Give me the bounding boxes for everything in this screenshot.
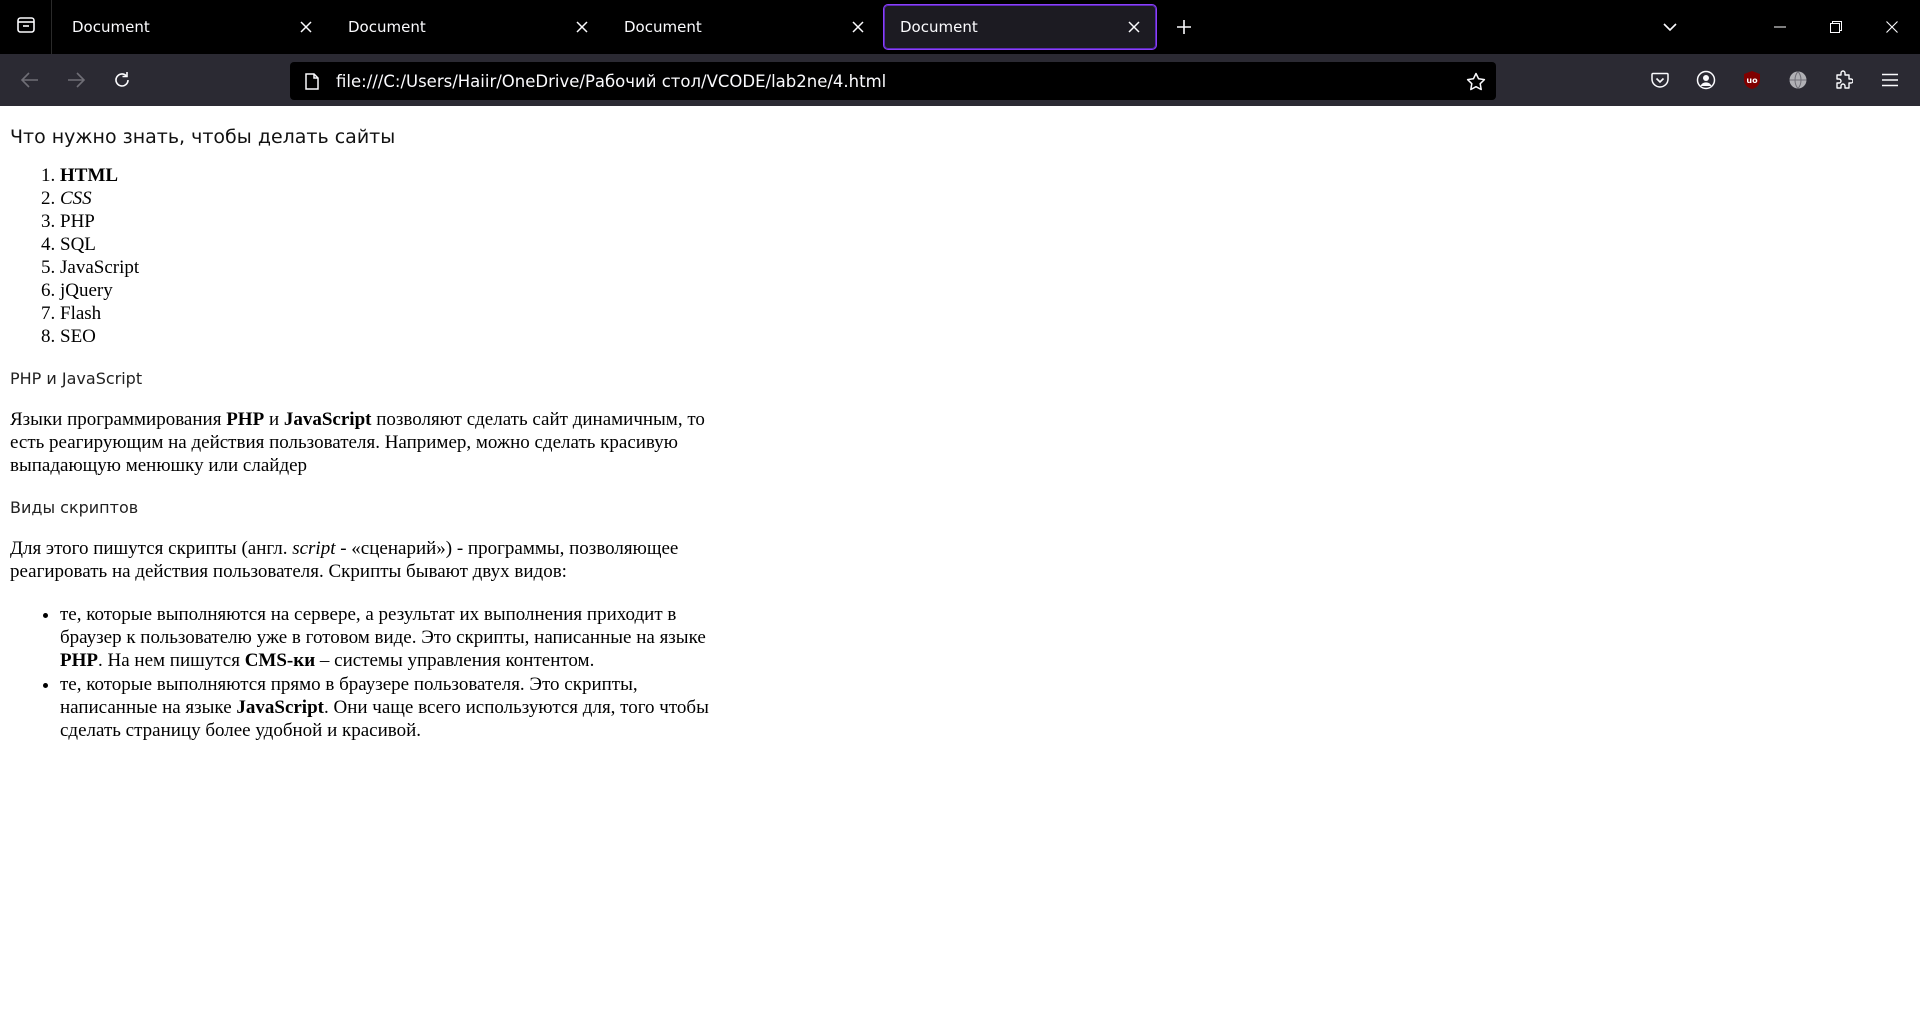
list-item-text: Flash — [60, 303, 102, 324]
firefox-view-button[interactable] — [0, 0, 52, 54]
reload-icon — [115, 72, 129, 87]
star-icon — [1466, 72, 1486, 90]
minimize-button[interactable] — [1752, 0, 1808, 54]
forward-arrow-icon — [68, 72, 85, 88]
list-item: SQL — [60, 233, 710, 256]
list-item: те, которые выполняются на сервере, а ре… — [60, 603, 710, 672]
ublock-origin-icon: uo — [1744, 71, 1760, 89]
toolbar-right: uo — [1636, 60, 1912, 100]
list-item: CSS — [60, 187, 710, 210]
list-item-text: HTML — [60, 165, 119, 186]
pocket-icon — [1651, 72, 1669, 88]
tab-close-button[interactable] — [568, 13, 596, 41]
list-item: JavaScript — [60, 256, 710, 279]
text-bold: CMS-ки — [244, 650, 316, 671]
tab-document-1[interactable]: Document — [56, 5, 328, 49]
reload-button[interactable] — [100, 60, 144, 100]
account-icon — [1696, 70, 1716, 90]
app-menu-button[interactable] — [1868, 60, 1912, 100]
ublock-origin-button[interactable]: uo — [1730, 60, 1774, 100]
script-types-list: те, которые выполняются на сервере, а ре… — [10, 603, 710, 742]
text-bold: PHP — [60, 650, 98, 671]
text: те, которые выполняются на сервере, а ре… — [60, 604, 706, 648]
extensions-button[interactable] — [1822, 60, 1866, 100]
tab-close-button[interactable] — [292, 13, 320, 41]
minimize-icon — [1774, 26, 1786, 28]
section-title-script-types: Виды скриптов — [10, 498, 139, 517]
close-icon — [852, 21, 864, 33]
close-icon — [576, 21, 588, 33]
vpn-button[interactable] — [1776, 60, 1820, 100]
tab-title: Document — [72, 18, 150, 36]
list-item-text: JavaScript — [60, 257, 140, 278]
paragraph-languages: Языки программирования PHP и JavaScript … — [10, 408, 710, 477]
list-item-text: SQL — [60, 234, 96, 255]
svg-text:uo: uo — [1746, 76, 1758, 85]
tab-close-button[interactable] — [1120, 13, 1148, 41]
list-item: SEO — [60, 325, 710, 348]
tech-list: HTML CSS PHP SQL JavaScript jQuery Flash… — [10, 164, 710, 348]
restore-icon — [1830, 21, 1842, 33]
hamburger-menu-icon — [1882, 73, 1898, 87]
close-icon — [300, 21, 312, 33]
list-item: jQuery — [60, 279, 710, 302]
content-column: Что нужно знать, чтобы делать сайты HTML… — [10, 106, 710, 743]
puzzle-icon — [1836, 70, 1853, 89]
list-all-tabs-button[interactable] — [1648, 5, 1692, 49]
close-window-button[interactable] — [1864, 0, 1920, 54]
pocket-button[interactable] — [1638, 60, 1682, 100]
firefox-view-icon — [16, 16, 36, 39]
url-bar[interactable]: file:///C:/Users/Haiir/OneDrive/Рабочий … — [290, 62, 1496, 100]
page-heading: Что нужно знать, чтобы делать сайты — [10, 126, 396, 148]
back-button[interactable] — [8, 60, 52, 100]
tab-strip: Document Document Document Document — [0, 0, 1920, 54]
close-icon — [1128, 21, 1140, 33]
list-item: Flash — [60, 302, 710, 325]
tabstrip-controls — [1648, 0, 1920, 54]
tab-document-2[interactable]: Document — [332, 5, 604, 49]
tab-title: Document — [624, 18, 702, 36]
account-button[interactable] — [1684, 60, 1728, 100]
text: Для этого пишутся скрипты (англ. — [10, 538, 293, 559]
list-item: PHP — [60, 210, 710, 233]
section-title-php-js: PHP и JavaScript — [10, 369, 143, 388]
text-bold: JavaScript — [283, 409, 372, 430]
tab-document-3[interactable]: Document — [608, 5, 880, 49]
restore-button[interactable] — [1808, 0, 1864, 54]
close-icon — [1886, 21, 1898, 33]
list-item-text: jQuery — [60, 280, 113, 301]
text: . На нем пишутся — [98, 650, 245, 671]
new-tab-button[interactable] — [1162, 5, 1206, 49]
globe-icon — [1789, 71, 1807, 89]
plus-icon — [1177, 20, 1191, 34]
back-arrow-icon — [21, 72, 38, 88]
page-content: Что нужно знать, чтобы делать сайты HTML… — [0, 106, 1920, 1020]
text: и — [264, 409, 284, 430]
text-italic: script — [292, 538, 336, 559]
paragraph-scripts: Для этого пишутся скрипты (англ. script … — [10, 537, 710, 583]
text-bold: PHP — [226, 409, 265, 430]
forward-button[interactable] — [54, 60, 98, 100]
tab-title: Document — [348, 18, 426, 36]
tab-title: Document — [900, 18, 978, 36]
navigation-toolbar: file:///C:/Users/Haiir/OneDrive/Рабочий … — [0, 54, 1920, 106]
bookmark-star-button[interactable] — [1456, 62, 1496, 100]
text-bold: JavaScript — [236, 697, 324, 718]
chevron-down-icon — [1663, 22, 1677, 31]
list-item-text: CSS — [60, 188, 92, 209]
text: Языки программирования — [10, 409, 227, 430]
text: – системы управления контентом. — [315, 650, 595, 671]
tab-document-4-active[interactable]: Document — [883, 4, 1157, 50]
list-item-text: SEO — [60, 326, 96, 347]
list-item: HTML — [60, 164, 710, 187]
list-item: те, которые выполняются прямо в браузере… — [60, 673, 710, 742]
url-text[interactable]: file:///C:/Users/Haiir/OneDrive/Рабочий … — [330, 72, 1456, 91]
page-icon — [294, 62, 330, 100]
list-item-text: PHP — [60, 211, 95, 232]
tab-close-button[interactable] — [844, 13, 872, 41]
